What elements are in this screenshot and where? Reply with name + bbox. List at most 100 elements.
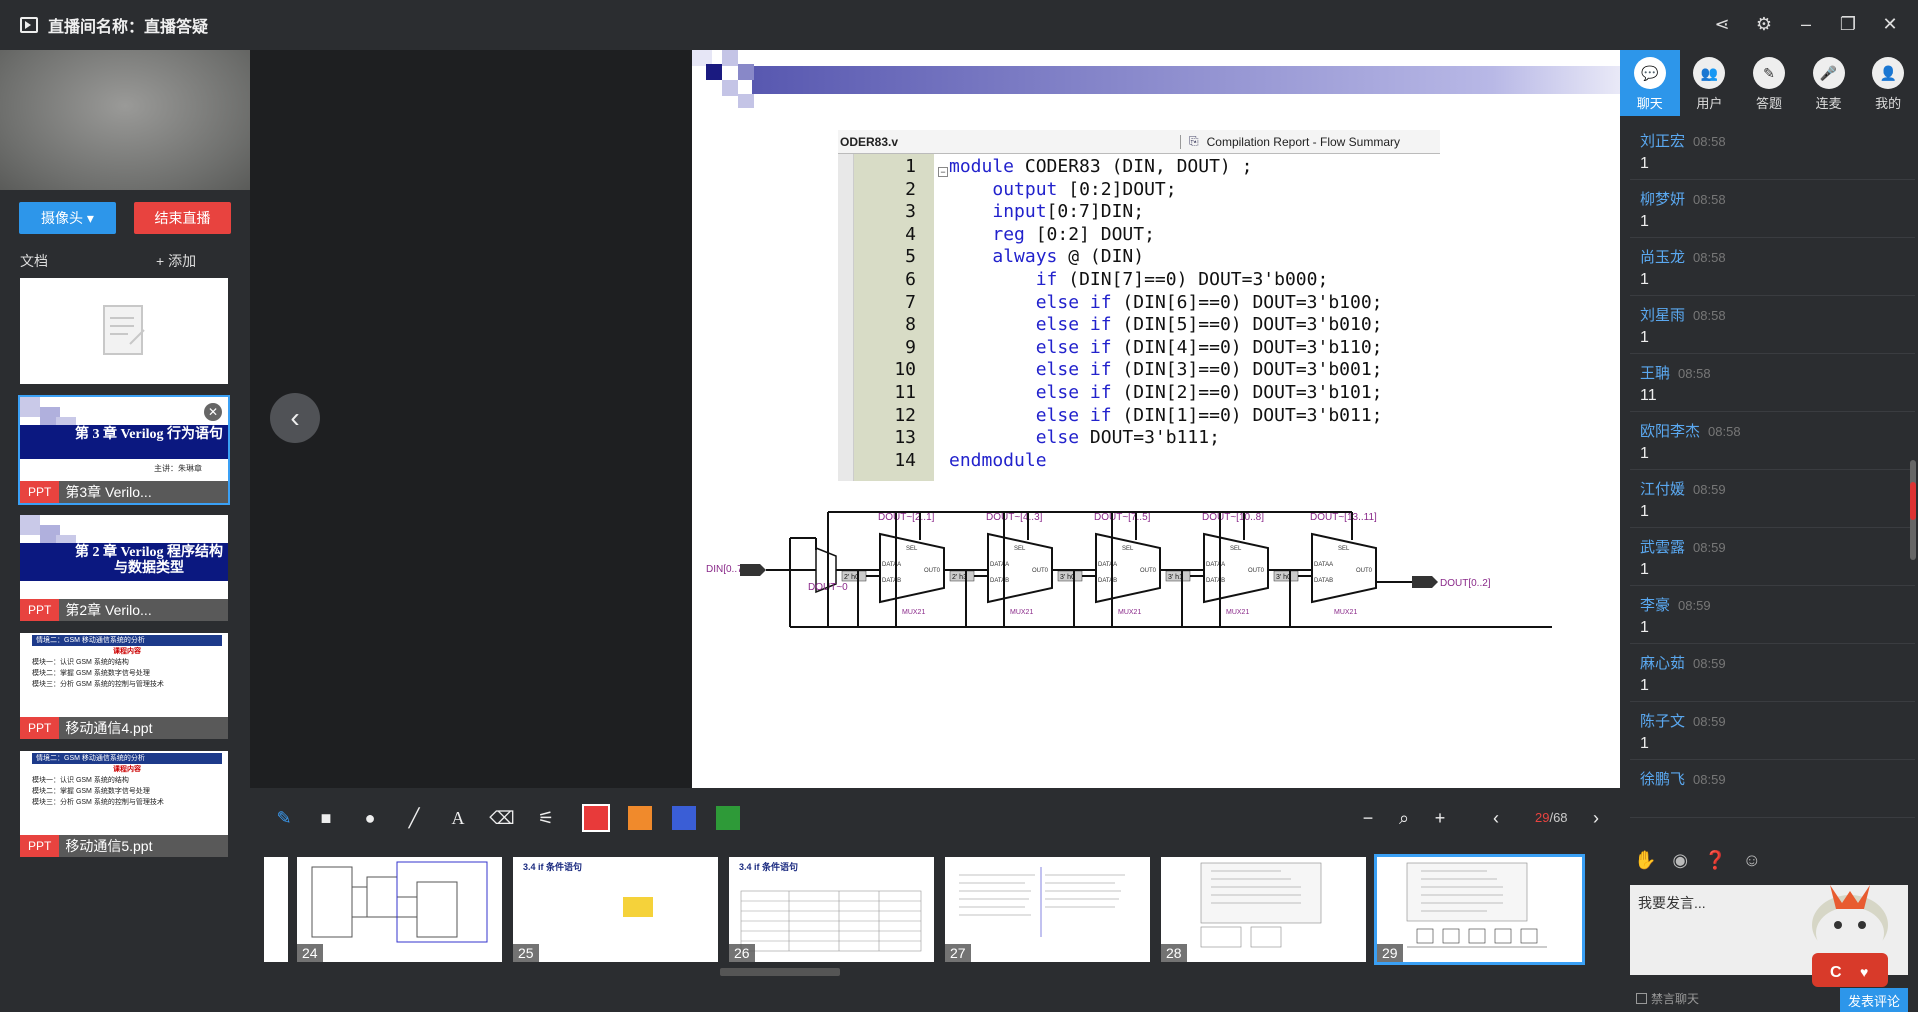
color-orange-swatch[interactable] [628,806,652,830]
chat-time: 08:58 [1693,192,1726,207]
chat-username[interactable]: 刘星雨 [1640,307,1685,324]
add-doc-button[interactable]: + 添加 [156,251,196,271]
circuit-thumbnail [311,861,488,943]
clear-icon[interactable]: ⚟ [534,806,558,830]
chat-username[interactable]: 王聃 [1640,365,1670,382]
mux-pin-dataa: DATAA [990,562,1009,568]
text-icon[interactable]: A [446,806,470,830]
prev-slide-button[interactable]: ‹ [270,393,320,443]
slide-thumb-current[interactable]: 29 [1374,854,1585,965]
slide-thumb[interactable]: 3.4 if 条件语句 25 [513,857,718,962]
chat-tools: ✋ ◉ ❓ ☺ [1634,850,1761,871]
code-thumbnail [1200,862,1322,948]
tab-quiz[interactable]: ✎ 答题 [1739,50,1799,116]
chat-text: 1 [1640,677,1649,694]
slide-thumb[interactable]: 27 [945,857,1150,962]
prev-page-icon[interactable]: ‹ [1484,806,1508,830]
slide-thumb[interactable]: 28 [1161,857,1366,962]
end-live-button[interactable]: 结束直播 [134,202,231,234]
gear-icon[interactable]: ⚙ [1754,12,1774,36]
svg-text:C: C [1830,964,1842,981]
doc-name: 移动通信5.ppt [65,838,153,854]
color-red-swatch[interactable] [582,804,610,832]
document-icon [103,305,145,355]
tab-me[interactable]: 👤 我的 [1858,50,1918,116]
doc-subtitle: 主讲：朱琳章 [154,464,202,473]
chat-username[interactable]: 徐鹏飞 [1640,771,1685,788]
chat-text: 1 [1640,329,1649,346]
color-green-swatch[interactable] [716,806,740,830]
camera-button[interactable]: 摄像头 ▾ [19,202,116,234]
remove-doc-icon[interactable]: ✕ [204,403,222,421]
audio-icon[interactable]: ◉ [1672,850,1688,871]
restore-icon[interactable]: ❐ [1838,12,1858,36]
chat-message: 武雲露 08:59 1 [1630,528,1915,586]
chat-username[interactable]: 麻心茹 [1640,655,1685,672]
pen-icon[interactable]: ✎ [272,806,296,830]
doc-card-blank[interactable] [20,278,228,384]
mute-chat-checkbox[interactable]: 禁言聊天 [1636,990,1699,1007]
doc-card-gsm4[interactable]: 情境二：GSM 移动通信系统的分析 课程内容 模块一：认识 GSM 系统的结构 … [20,633,228,739]
circle-icon[interactable]: ● [358,806,382,830]
mux-name: MUX21 [1118,609,1141,616]
chat-username[interactable]: 武雲露 [1640,539,1685,556]
zoom-out-icon[interactable]: − [1356,806,1380,830]
tab-chat[interactable]: 💬 聊天 [1620,50,1680,116]
doc-card-gsm5[interactable]: 情境二：GSM 移动通信系统的分析 课程内容 模块一：认识 GSM 系统的结构 … [20,751,228,857]
doc-footer: PPT 移动通信4.ppt [20,717,228,739]
const-label: 3' h1 [1168,574,1183,581]
send-comment-button[interactable]: 发表评论 [1840,988,1908,1012]
minimize-icon[interactable]: – [1796,12,1816,36]
strip-scrollbar[interactable] [720,968,840,976]
doc-card-ch3[interactable]: 第 3 章 Verilog 行为语句 主讲：朱琳章 ✕ PPT 第3章 Veri… [18,395,230,505]
slide-thumb-partial[interactable] [264,857,288,962]
chat-username[interactable]: 尚玉龙 [1640,249,1685,266]
mux-name: MUX21 [1226,609,1249,616]
doc-name: 移动通信4.ppt [65,720,153,736]
emoji-icon[interactable]: ☺ [1743,850,1761,871]
close-icon[interactable]: ✕ [1880,12,1900,36]
zoom-in-icon[interactable]: + [1428,806,1452,830]
chat-time: 08:58 [1708,424,1741,439]
chat-text: 1 [1640,735,1649,752]
chat-time: 08:59 [1693,656,1726,671]
chat-username[interactable]: 刘正宏 [1640,133,1685,150]
tab-mic[interactable]: 🎤 连麦 [1799,50,1859,116]
mux-circuit-diagram: DIN[0..7]DOUT~0SELDATAADATABOUT0MUX21DOU… [706,511,1552,628]
tab-users[interactable]: 👥 用户 [1680,50,1740,116]
line-icon[interactable]: ╱ [402,806,426,830]
report-icon: ⎘ [1189,134,1199,148]
chat-message: 刘正宏 08:58 1 [1630,122,1915,180]
search-icon[interactable]: ⌕ [1392,806,1416,830]
chat-username[interactable]: 陈子文 [1640,713,1685,730]
question-icon[interactable]: ❓ [1704,850,1726,871]
color-blue-swatch[interactable] [672,806,696,830]
code-thumbnail [1406,862,1547,948]
table-thumbnail [740,890,922,952]
window-controls: ⋖ ⚙ – ❐ ✕ [1712,12,1900,36]
chat-username[interactable]: 李豪 [1640,597,1670,614]
rectangle-icon[interactable]: ■ [314,806,338,830]
chat-scrollbar[interactable] [1910,460,1916,560]
hand-icon[interactable]: ✋ [1634,850,1656,871]
slide-thumb[interactable]: 24 [297,857,502,962]
chat-username[interactable]: 欧阳李杰 [1640,423,1700,440]
chat-text: 1 [1640,213,1649,230]
chat-list[interactable]: 刘正宏 08:58 1 柳梦妍 08:58 1 尚玉龙 08:58 1 刘星雨 08:58 1 王聃 08… [1630,122,1915,832]
svg-text:♥: ♥ [1860,964,1868,980]
doc-card-ch2[interactable]: 第 2 章 Verilog 程序结构与数据类型 PPT 第2章 Verilo..… [20,515,228,621]
next-page-icon[interactable]: › [1584,806,1608,830]
chat-text: 1 [1640,445,1649,462]
mux-pin-sel: SEL [1338,546,1350,552]
eraser-icon[interactable]: ⌫ [489,806,514,830]
mux-pin-sel: SEL [1122,546,1134,552]
chat-username[interactable]: 江付媛 [1640,481,1685,498]
chat-username[interactable]: 柳梦妍 [1640,191,1685,208]
page-indicator: 29/68 [1535,810,1568,825]
slide-thumb[interactable]: 3.4 if 条件语句 26 [729,857,934,962]
share-icon[interactable]: ⋖ [1712,12,1732,36]
mux-pin-datab: DATAB [882,578,901,584]
output-pin [1412,576,1438,588]
const-label: 2' h3 [952,574,967,581]
doc-title: 第 2 章 Verilog 程序结构与数据类型 [20,543,228,581]
